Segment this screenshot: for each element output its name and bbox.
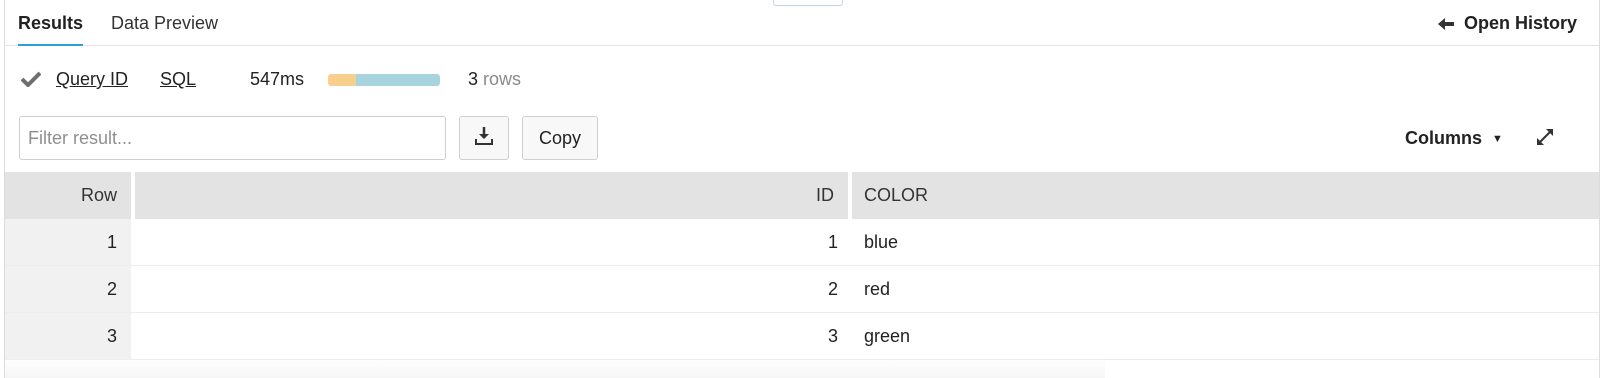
timing-progress-bar	[328, 74, 440, 86]
cell-row-number: 2	[5, 266, 131, 312]
cell-color: green	[864, 325, 911, 346]
cell-color: blue	[864, 231, 899, 252]
tab-results[interactable]: Results	[18, 13, 84, 46]
expand-icon[interactable]	[1536, 128, 1554, 151]
arrow-left-icon	[1437, 17, 1454, 30]
header-row[interactable]: Row	[5, 172, 131, 219]
cell-id: 1	[827, 231, 838, 252]
caret-down-icon: ▼	[1492, 132, 1503, 145]
progress-segment-queue	[328, 74, 356, 86]
row-count: 3 rows	[468, 69, 521, 90]
columns-dropdown[interactable]: Columns ▼	[1405, 128, 1503, 149]
columns-label: Columns	[1405, 128, 1483, 148]
query-status: Query ID SQL 547ms 3 rows	[5, 66, 1599, 96]
sql-link[interactable]: SQL	[160, 69, 196, 90]
cell-row-number: 1	[5, 219, 131, 265]
results-panel: Results Data Preview Open History Query …	[4, 0, 1600, 378]
table-header: Row ID COLOR	[5, 172, 1599, 219]
row-count-value: 3	[468, 69, 479, 89]
table-row[interactable]: 2 2 red	[5, 266, 1599, 313]
cell-id: 2	[827, 278, 838, 299]
download-icon	[473, 125, 495, 152]
query-id-link[interactable]: Query ID	[56, 69, 128, 90]
tab-data-preview[interactable]: Data Preview	[111, 13, 218, 46]
open-history-button[interactable]: Open History	[1437, 13, 1577, 34]
copy-button[interactable]: Copy	[522, 116, 598, 160]
table-row[interactable]: 3 3 green	[5, 313, 1599, 360]
query-duration: 547ms	[250, 69, 305, 89]
results-table: Row ID COLOR 1 1 blue 2 2 red 3 3 green	[5, 172, 1599, 360]
table-row[interactable]: 1 1 blue	[5, 219, 1599, 266]
checkmark-icon	[20, 71, 42, 92]
open-history-label: Open History	[1463, 13, 1577, 33]
header-color[interactable]: COLOR	[848, 172, 1599, 219]
cell-color: red	[864, 278, 891, 299]
row-count-label: rows	[483, 69, 522, 89]
filter-result-input[interactable]	[19, 116, 446, 160]
cell-id: 3	[827, 325, 838, 346]
cell-row-number: 3	[5, 313, 131, 359]
tab-bar: Results Data Preview Open History	[5, 0, 1599, 46]
header-id[interactable]: ID	[131, 172, 848, 219]
download-button[interactable]	[459, 116, 509, 160]
progress-segment-execution	[356, 74, 440, 86]
bottom-fade	[5, 358, 1105, 378]
